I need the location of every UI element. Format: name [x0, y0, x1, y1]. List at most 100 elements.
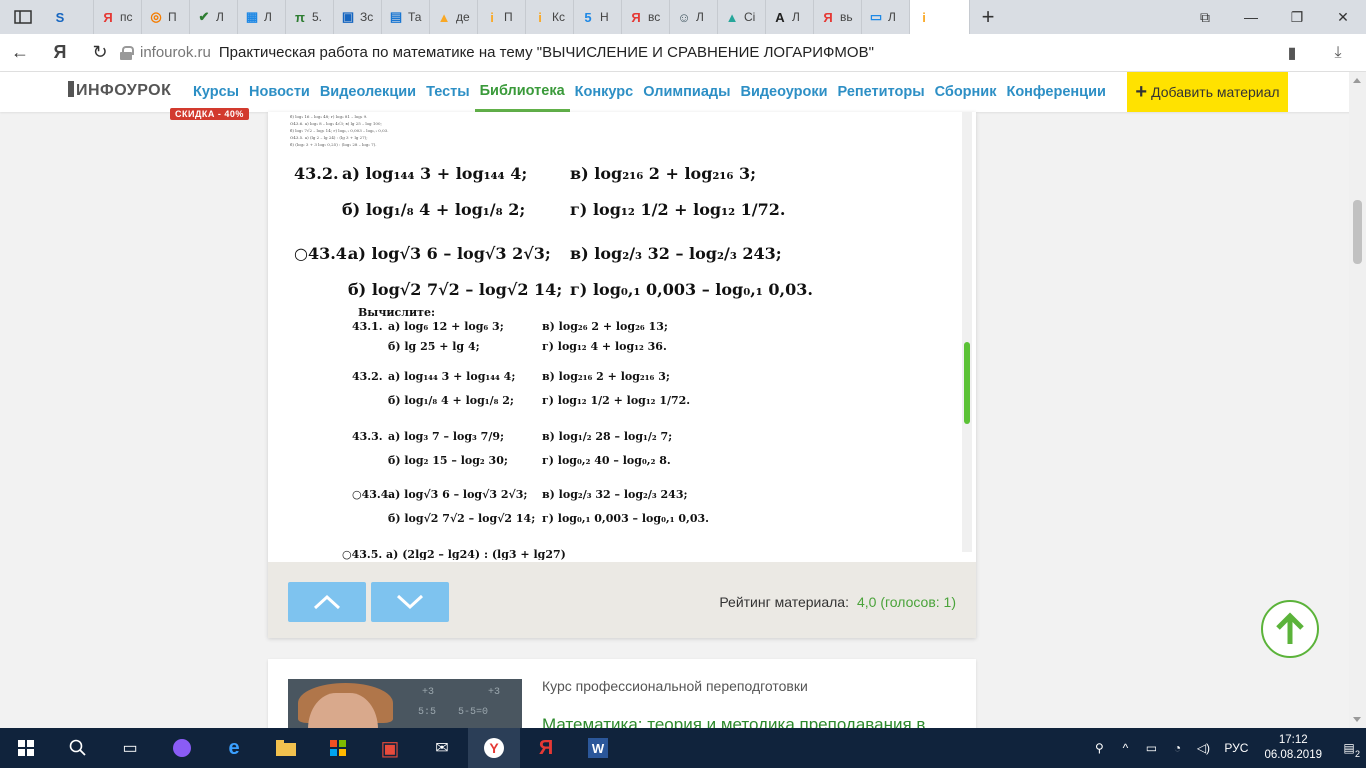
notifications-icon[interactable]: ▤ 2 [1332, 741, 1366, 759]
five-icon: 5 [584, 9, 592, 25]
nav-link[interactable]: Конкурс [570, 72, 639, 112]
exercise-item: в) log₂₁₆ 2 + log₂₁₆ 3; [570, 164, 757, 183]
browser-tab-label: Л [888, 10, 896, 24]
exercise-item: б) log√2 7√2 – log√2 14; [388, 512, 536, 525]
nav-link[interactable]: Новости [244, 72, 315, 112]
site-logo[interactable]: ИНФОУРОК [68, 81, 171, 100]
thumb-text-line: б) log₃ 16 – log₃ 48; г) log₃ 81 – log₃ … [290, 114, 368, 119]
close-button[interactable]: ✕ [1320, 0, 1366, 34]
exercise-item: а) log₆ 12 + log₆ 3; [388, 320, 504, 333]
nav-link[interactable]: Курсы [188, 72, 244, 112]
browser-tab[interactable]: Япс [94, 0, 142, 34]
browser-tab[interactable]: ◎ П [142, 0, 190, 34]
browser-tab-label: Сі [744, 10, 756, 24]
add-material-button[interactable]: + Добавить материал [1127, 72, 1288, 112]
alice-icon[interactable] [156, 728, 208, 768]
svg-text:W: W [592, 741, 605, 756]
edge-icon[interactable]: e [208, 728, 260, 768]
browser-tab[interactable]: π 5. [286, 0, 334, 34]
yandex-browser-icon[interactable]: Y [468, 728, 520, 768]
picture-icon: ▲ [437, 9, 451, 25]
browser-tab[interactable]: ☺ Л [670, 0, 718, 34]
word-icon[interactable]: W [572, 728, 624, 768]
exercise-item: в) log₁/₂ 28 – log₁/₂ 7; [542, 430, 673, 443]
page-down-button[interactable] [371, 582, 449, 622]
browser-tab-label: Зс [360, 10, 374, 24]
nav-link[interactable]: Репетиторы [833, 72, 930, 112]
new-tab-button[interactable]: + [970, 0, 1006, 34]
mail-icon[interactable]: ✉ [416, 728, 468, 768]
thumb-text-line: О43.6. а) log₃ 8 – log₃ 4√3; в) lg 25 – … [290, 121, 382, 126]
browser-tab[interactable]: ▤ Та [382, 0, 430, 34]
browser-tab[interactable]: ▦ Л [238, 0, 286, 34]
reload-button[interactable]: ↻ [80, 34, 120, 72]
url-field[interactable]: infourok.ru Практическая работа по матем… [120, 38, 1272, 68]
url-domain: infourok.ru [140, 44, 211, 61]
add-material-label: Добавить материал [1151, 84, 1280, 100]
sidebar-toggle-button[interactable] [0, 0, 46, 34]
ege-icon: ▣ [341, 9, 355, 24]
nav-link[interactable]: Тесты [421, 72, 475, 112]
volume-icon[interactable]: ◁) [1190, 741, 1216, 755]
clock[interactable]: 17:12 06.08.2019 [1264, 733, 1322, 763]
exercise-item: в) log₂/₃ 32 – log₂/₃ 243; [542, 488, 688, 501]
site-navbar: ИНФОУРОК СКИДКА - 40% Курсы Новости Видеол… [0, 72, 1366, 120]
browser-tab[interactable]: S [46, 0, 94, 34]
task-view-icon[interactable]: ▭ [104, 728, 156, 768]
browser-tab-label: де [456, 10, 470, 24]
bookmarks-icon[interactable]: ⧉ [1182, 0, 1228, 34]
store-icon[interactable] [312, 728, 364, 768]
people-icon[interactable]: ⚲ [1086, 741, 1112, 755]
browser-tab[interactable]: ▲ Сі [718, 0, 766, 34]
battery-icon[interactable]: ▭ [1138, 741, 1164, 755]
tray-chevron-icon[interactable]: ^ [1112, 741, 1138, 755]
yandex-icon[interactable]: Я [520, 728, 572, 768]
network-icon[interactable]: ◔ [1164, 741, 1190, 755]
browser-tab-label: Л [264, 10, 272, 24]
page-scroll-thumb[interactable] [1353, 200, 1362, 264]
browser-tab[interactable]: 5Н [574, 0, 622, 34]
browser-tab[interactable]: AЛ [766, 0, 814, 34]
viewer-scrollbar[interactable] [962, 112, 972, 552]
page-scrollbar[interactable] [1349, 72, 1366, 728]
document-page[interactable]: б) log₃ 16 – log₃ 48; г) log₃ 81 – log₃ … [282, 112, 962, 560]
restore-button[interactable]: ❐ [1274, 0, 1320, 34]
scroll-to-top-button[interactable] [1261, 600, 1319, 658]
back-button[interactable]: ← [0, 34, 40, 72]
browser-tab[interactable]: ✔ Л [190, 0, 238, 34]
exercise-item: г) log₀,₂ 40 – log₀,₂ 8. [542, 454, 671, 467]
bookmark-icon[interactable]: ▮ [1272, 34, 1312, 72]
browser-tab[interactable]: Явс [622, 0, 670, 34]
scroll-up-arrow-icon[interactable] [1353, 78, 1361, 83]
nav-link[interactable]: Видеоуроки [735, 72, 832, 112]
browser-tab-label: пс [120, 10, 133, 24]
nav-link[interactable]: Библиотека [474, 72, 570, 112]
browser-tab[interactable]: ▭ Л [862, 0, 910, 34]
download-icon[interactable]: ⤓ [1318, 34, 1358, 72]
browser-tab[interactable]: Явь [814, 0, 862, 34]
scroll-down-arrow-icon[interactable] [1353, 717, 1361, 722]
browser-tab[interactable]: i Кс [526, 0, 574, 34]
browser-tab[interactable]: i [910, 0, 970, 34]
yandex-home-button[interactable]: Я [40, 34, 80, 72]
language-indicator[interactable]: РУС [1216, 741, 1256, 755]
window-controls: ⧉ — ❐ ✕ [1182, 0, 1366, 34]
start-button[interactable] [0, 728, 52, 768]
nav-link[interactable]: Олимпиады [638, 72, 735, 112]
headset-icon: ◎ [150, 9, 162, 24]
nav-link[interactable]: Сборник [930, 72, 1002, 112]
browser-tab[interactable]: ▣ Зс [334, 0, 382, 34]
exercise-item: г) log₁₂ 1/2 + log₁₂ 1/72. [542, 394, 691, 407]
file-explorer-icon[interactable] [260, 728, 312, 768]
page-up-button[interactable] [288, 582, 366, 622]
nav-link[interactable]: Конференции [1001, 72, 1110, 112]
viewer-scroll-thumb[interactable] [964, 342, 970, 424]
gift-icon[interactable]: ▣ [364, 728, 416, 768]
browser-tab[interactable]: iП [478, 0, 526, 34]
person-icon: ☺ [677, 9, 691, 25]
nav-link[interactable]: Видеолекции [315, 72, 421, 112]
search-icon[interactable] [52, 728, 104, 768]
minimize-button[interactable]: — [1228, 0, 1274, 34]
browser-tab[interactable]: ▲ де [430, 0, 478, 34]
exercise-item: в) log₂/₃ 32 – log₂/₃ 243; [570, 244, 782, 263]
